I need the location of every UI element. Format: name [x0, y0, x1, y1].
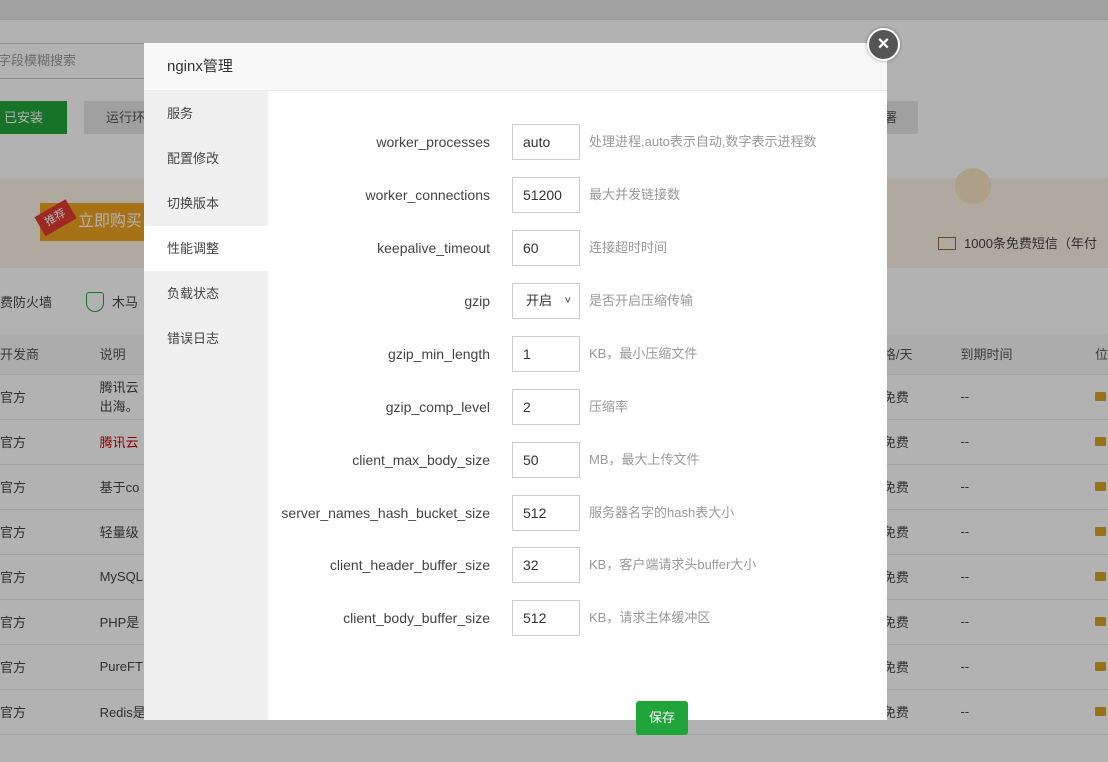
side-menu-item[interactable]: 错误日志 — [144, 316, 268, 361]
chevron-down-icon: ˅ — [564, 295, 571, 307]
save-button[interactable]: 保存 — [636, 701, 688, 735]
field-hint: KB，最小压缩文件 — [589, 346, 698, 361]
field-hint: 压缩率 — [589, 399, 629, 414]
close-icon[interactable]: × — [867, 28, 900, 61]
field-label: client_body_buffer_size — [343, 610, 490, 626]
select-value: 开启 — [526, 293, 553, 308]
field-label: server_names_hash_bucket_size — [281, 505, 490, 521]
form-row: gzip_min_length 1 KB，最小压缩文件 — [268, 336, 887, 372]
field-hint: 最大并发链接数 — [589, 187, 681, 202]
field-label: worker_connections — [365, 187, 490, 203]
field-hint: 处理进程,auto表示自动,数字表示进程数 — [589, 134, 817, 149]
field-hint: 连接超时时间 — [589, 240, 668, 255]
field-hint: KB，客户端请求头buffer大小 — [589, 557, 757, 572]
gzip-select[interactable]: 开启 ˅ — [512, 283, 580, 319]
field-input[interactable]: 2 — [512, 389, 580, 425]
field-label: client_header_buffer_size — [329, 557, 490, 573]
field-label: worker_processes — [376, 134, 490, 150]
field-input[interactable]: 512 — [512, 600, 580, 636]
form-row: client_max_body_size 50 MB，最大上传文件 — [268, 442, 887, 478]
side-menu-item[interactable]: 配置修改 — [144, 136, 268, 181]
field-hint: KB，请求主体缓冲区 — [589, 610, 711, 625]
performance-form: 保存 worker_processes auto 处理进程,auto表示自动,数字表… — [268, 91, 887, 735]
field-label: client_max_body_size — [352, 452, 490, 468]
field-input[interactable]: 51200 — [512, 177, 580, 213]
field-hint: 是否开启压缩传输 — [589, 293, 694, 308]
field-hint: 服务器名字的hash表大小 — [589, 505, 735, 520]
nginx-manager-dialog: nginx管理 服务 配置修改 切换版本 性能调整 负载状态 错误日志 保存 worker… — [144, 43, 887, 735]
field-label: keepalive_timeout — [377, 240, 490, 256]
form-row: gzip_comp_level 2 压缩率 — [268, 389, 887, 425]
form-row: keepalive_timeout 60 连接超时时间 — [268, 230, 887, 266]
side-menu-item[interactable]: 性能调整 — [144, 226, 268, 271]
side-menu-item[interactable]: 切换版本 — [144, 181, 268, 226]
side-menu-item[interactable]: 服务 — [144, 91, 268, 136]
field-input[interactable]: 512 — [512, 495, 580, 531]
dialog-title: nginx管理 — [144, 43, 887, 91]
side-menu-item[interactable]: 负载状态 — [144, 271, 268, 316]
dialog-side-menu: 服务 配置修改 切换版本 性能调整 负载状态 错误日志 — [144, 91, 268, 720]
form-row: worker_processes auto 处理进程,auto表示自动,数字表示进程… — [268, 124, 887, 160]
form-row: server_names_hash_bucket_size 512 服务器名字的ha… — [268, 495, 887, 531]
field-label: gzip — [464, 293, 490, 309]
field-input[interactable]: 50 — [512, 442, 580, 478]
field-input[interactable]: 60 — [512, 230, 580, 266]
form-row: gzip 开启 ˅ 是否开启压缩传输 — [268, 283, 887, 319]
field-input[interactable]: 32 — [512, 547, 580, 583]
field-input[interactable]: auto — [512, 124, 580, 160]
field-label: gzip_comp_level — [385, 399, 490, 415]
field-hint: MB，最大上传文件 — [589, 452, 700, 467]
form-row: client_header_buffer_size 32 KB，客户端请求头buff… — [268, 547, 887, 583]
field-label: gzip_min_length — [388, 346, 490, 362]
form-row: worker_connections 51200 最大并发链接数 — [268, 177, 887, 213]
field-input[interactable]: 1 — [512, 336, 580, 372]
form-row: client_body_buffer_size 512 KB，请求主体缓冲区 — [268, 600, 887, 636]
